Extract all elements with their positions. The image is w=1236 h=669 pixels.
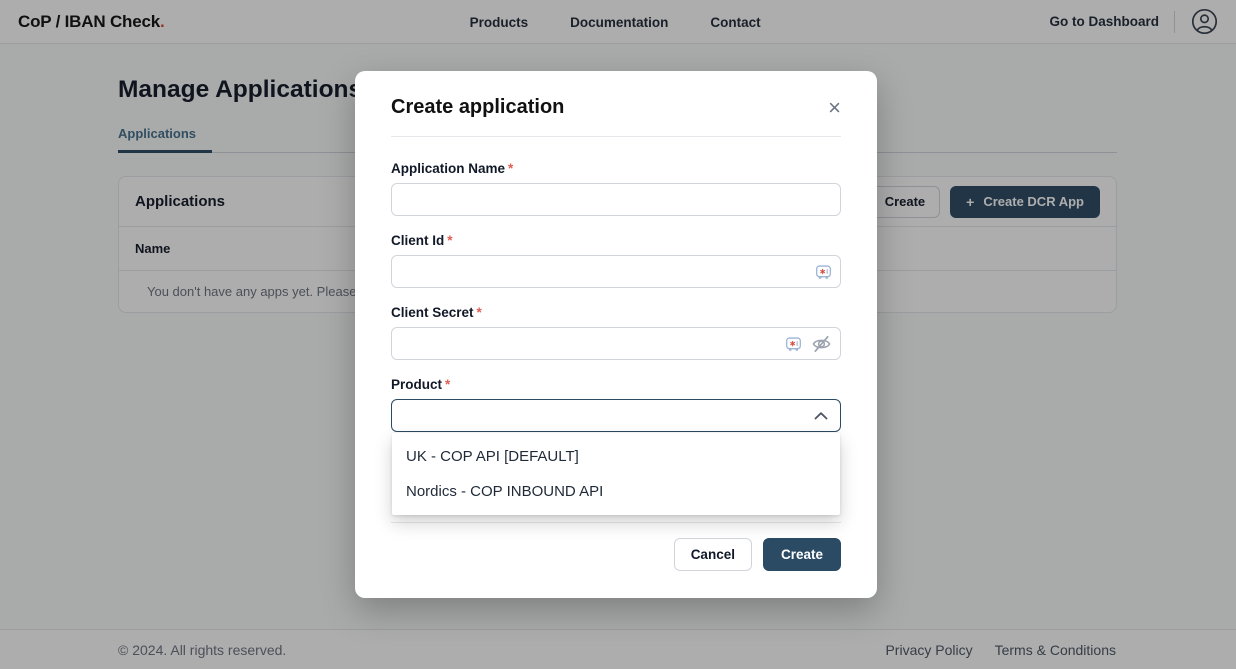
product-option-uk-cop-api[interactable]: UK - COP API [DEFAULT]: [392, 439, 840, 474]
required-marker: *: [508, 161, 513, 176]
modal-header: Create application ×: [391, 96, 841, 119]
label-text: Product: [391, 377, 442, 392]
close-icon[interactable]: ×: [828, 98, 841, 118]
client-id-label: Client Id*: [391, 233, 841, 248]
product-option-nordics-cop-inbound-api[interactable]: Nordics - COP INBOUND API: [392, 474, 840, 509]
client-secret-field-group: Client Secret*: [391, 305, 841, 360]
application-name-input[interactable]: [391, 183, 841, 216]
product-field-group: Product* UK - COP API [DEFAULT] Nordics …: [391, 377, 841, 432]
label-text: Client Secret: [391, 305, 474, 320]
modal-create-button[interactable]: Create: [763, 538, 841, 571]
password-manager-vault-icon[interactable]: [785, 335, 802, 352]
create-application-modal: Create application × Application Name* C…: [355, 71, 877, 598]
application-name-label: Application Name*: [391, 161, 841, 176]
required-marker: *: [447, 233, 452, 248]
application-name-field-group: Application Name*: [391, 161, 841, 216]
product-label: Product*: [391, 377, 841, 392]
modal-footer-divider: [391, 522, 841, 523]
label-text: Application Name: [391, 161, 505, 176]
modal-actions: Cancel Create: [391, 538, 841, 571]
client-secret-input[interactable]: [391, 327, 841, 360]
cancel-button[interactable]: Cancel: [674, 538, 752, 571]
label-text: Client Id: [391, 233, 444, 248]
create-application-form: Application Name* Client Id*: [391, 161, 841, 571]
modal-header-divider: [391, 136, 841, 137]
password-manager-vault-icon[interactable]: [815, 263, 832, 280]
required-marker: *: [445, 377, 450, 392]
product-select[interactable]: UK - COP API [DEFAULT] Nordics - COP INB…: [391, 399, 841, 432]
toggle-secret-visibility-eye-off-icon[interactable]: [811, 333, 832, 354]
required-marker: *: [477, 305, 482, 320]
client-id-input[interactable]: [391, 255, 841, 288]
modal-title: Create application: [391, 96, 564, 119]
client-secret-label: Client Secret*: [391, 305, 841, 320]
client-id-field-group: Client Id*: [391, 233, 841, 288]
chevron-up-icon: [814, 412, 828, 420]
product-dropdown-panel: UK - COP API [DEFAULT] Nordics - COP INB…: [392, 433, 840, 515]
